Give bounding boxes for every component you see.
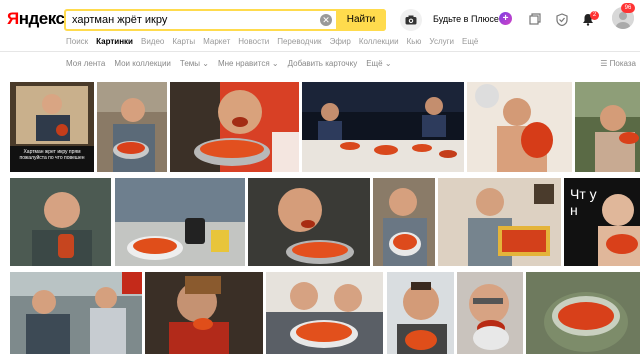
result-thumbnail	[575, 82, 640, 172]
result-thumbnail	[10, 178, 111, 266]
search-box: ✕ Найти	[64, 9, 386, 31]
topics-dropdown[interactable]: Темы ⌄	[180, 59, 209, 68]
result-thumbnail	[387, 272, 454, 354]
search-input[interactable]	[66, 11, 316, 29]
service-tabs: Поиск Картинки Видео Карты Маркет Новост…	[66, 37, 478, 49]
image-result[interactable]	[467, 82, 572, 172]
i-like-label: Мне нравится	[217, 59, 270, 68]
image-result[interactable]	[10, 272, 142, 354]
image-result[interactable]	[248, 178, 370, 266]
result-thumbnail	[438, 178, 561, 266]
tab-services[interactable]: Услуги	[429, 37, 454, 49]
image-result[interactable]	[97, 82, 167, 172]
show-filters-button[interactable]: ☰ Показа	[600, 59, 636, 68]
more-dropdown[interactable]: Ещё ⌄	[366, 59, 391, 68]
image-result[interactable]	[438, 178, 561, 266]
result-thumbnail	[373, 178, 435, 266]
my-collections-link[interactable]: Мои коллекции	[114, 59, 171, 68]
avatar-count-badge: 96	[621, 3, 635, 13]
shield-icon[interactable]	[555, 12, 569, 26]
tab-more[interactable]: Ещё	[462, 37, 478, 49]
plus-icon[interactable]: +	[499, 12, 512, 25]
filters-label: Показа	[609, 59, 636, 68]
image-result[interactable]	[526, 272, 640, 354]
tab-video[interactable]: Видео	[141, 37, 164, 49]
image-result[interactable]	[10, 178, 111, 266]
result-thumbnail	[266, 272, 383, 354]
plus-promo-link[interactable]: Будьте в Плюсе	[433, 14, 499, 24]
tab-efir[interactable]: Эфир	[330, 37, 351, 49]
tab-market[interactable]: Маркет	[203, 37, 230, 49]
notification-count-badge: 2	[590, 11, 599, 20]
image-search-button[interactable]	[400, 9, 422, 31]
thumbnail-caption: Хартман жрет икру прям пожалуйста по что…	[19, 149, 85, 161]
result-thumbnail	[10, 272, 142, 354]
image-result[interactable]: Хартман жрет икру прям пожалуйста по что…	[10, 82, 94, 172]
image-result[interactable]	[145, 272, 263, 354]
result-thumbnail	[467, 82, 572, 172]
result-thumbnail	[248, 178, 370, 266]
image-result[interactable]	[115, 178, 245, 266]
collections-icon[interactable]	[528, 12, 542, 26]
result-thumbnail	[115, 178, 245, 266]
my-feed-link[interactable]: Моя лента	[66, 59, 105, 68]
tab-q[interactable]: Кью	[407, 37, 422, 49]
tab-translate[interactable]: Переводчик	[277, 37, 321, 49]
image-result[interactable]: Чт у н	[564, 178, 640, 266]
find-button[interactable]: Найти	[336, 9, 386, 31]
thumbnail-overlay-text: Чт у н	[570, 186, 597, 218]
tab-news[interactable]: Новости	[238, 37, 269, 49]
yandex-logo[interactable]: Яндекс	[7, 9, 65, 29]
add-card-link[interactable]: Добавить карточку	[288, 59, 358, 68]
result-thumbnail	[457, 272, 523, 354]
topics-label: Темы	[179, 59, 201, 68]
tab-search[interactable]: Поиск	[66, 37, 88, 49]
tab-maps[interactable]: Карты	[172, 37, 195, 49]
image-result[interactable]	[457, 272, 523, 354]
image-result[interactable]	[575, 82, 640, 172]
image-result[interactable]	[373, 178, 435, 266]
clear-search-button[interactable]: ✕	[320, 14, 332, 26]
header: Яндекс ✕ Найти Будьте в Плюсе + 2 96	[0, 0, 640, 36]
i-like-dropdown[interactable]: Мне нравится ⌄	[218, 59, 279, 68]
camera-icon	[405, 15, 417, 25]
result-thumbnail	[170, 82, 299, 172]
result-thumbnail	[97, 82, 167, 172]
result-thumbnail	[302, 82, 464, 172]
result-thumbnail	[145, 272, 263, 354]
image-result[interactable]	[302, 82, 464, 172]
chevron-down-icon: ⌄	[384, 59, 392, 68]
result-thumbnail	[526, 272, 640, 354]
image-result[interactable]	[170, 82, 299, 172]
tab-images[interactable]: Картинки	[96, 37, 133, 49]
logo-letter: Я	[7, 9, 19, 28]
sub-toolbar: Моя лента Мои коллекции Темы ⌄ Мне нрави…	[66, 59, 392, 68]
chevron-down-icon: ⌄	[271, 59, 279, 68]
logo-rest: ндекс	[18, 9, 65, 28]
tab-collections[interactable]: Коллекции	[359, 37, 399, 49]
more-label: Ещё	[366, 59, 383, 68]
header-divider	[0, 51, 640, 52]
filters-icon: ☰	[600, 59, 608, 68]
chevron-down-icon: ⌄	[202, 59, 209, 68]
image-result[interactable]	[387, 272, 454, 354]
image-result[interactable]	[266, 272, 383, 354]
